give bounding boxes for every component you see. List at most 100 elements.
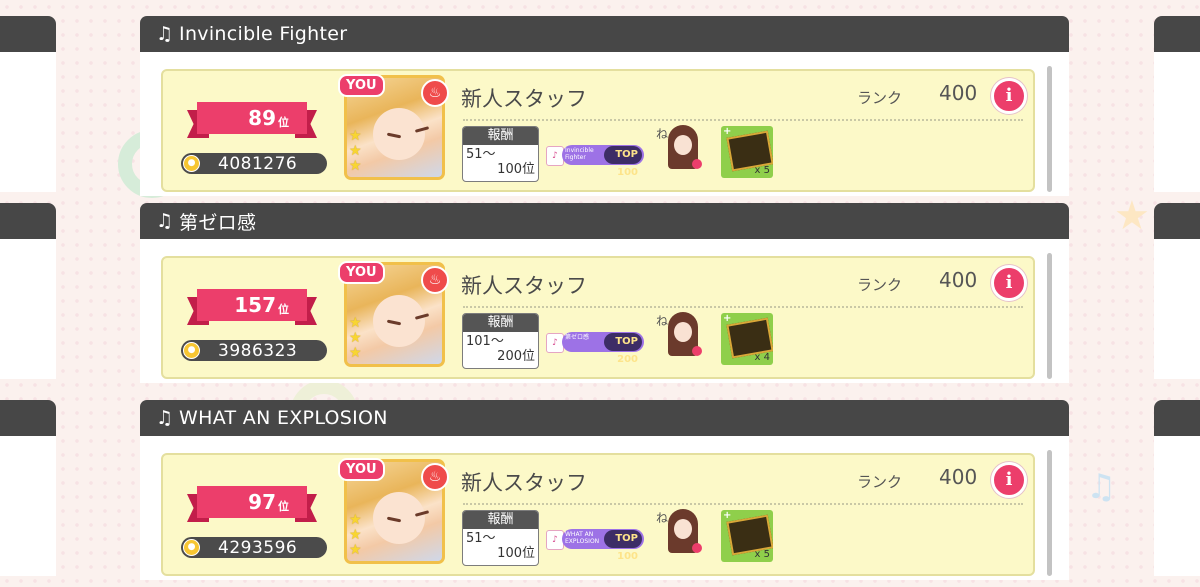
song-title: Invincible Fighter	[179, 23, 348, 45]
character-voice-reward[interactable]: ね	[656, 123, 706, 175]
star-rating: ★ ★ ★	[349, 315, 362, 361]
player-rank-value: 400	[939, 465, 978, 489]
reward-range-top: 101〜	[466, 334, 504, 349]
next-page-strip[interactable]	[1154, 16, 1200, 192]
score-value: 4293596	[218, 537, 298, 558]
rank-number: 89	[248, 106, 276, 130]
ticket-reward[interactable]: + x 4	[721, 313, 773, 365]
score-bar: ● 4293596	[181, 537, 327, 558]
reward-range-top: 51〜	[466, 147, 496, 162]
title-badge-reward[interactable]: ♪ 第ゼロ感 TOP 200	[546, 330, 646, 365]
item-count: x 5	[754, 165, 770, 176]
player-name: 新人スタッフ	[461, 87, 587, 111]
title-badge-song: Invincible Fighter	[565, 147, 594, 161]
next-page-strip[interactable]	[1154, 203, 1200, 379]
reward-box: 報酬 51〜 100位	[462, 510, 539, 566]
music-note-icon: ♫	[156, 23, 174, 45]
rank-ribbon: 97 位	[187, 486, 317, 524]
title-badge-reward[interactable]: ♪ Invincible Fighter TOP 100	[546, 143, 646, 178]
rank-ribbon: 89 位	[187, 102, 317, 140]
score-bar: ● 3986323	[181, 340, 327, 361]
song-ranking-panel: ♫ Invincible Fighter 89 位 ● 4081276 ★ ★ ★	[140, 16, 1069, 196]
plus-icon: +	[723, 126, 732, 137]
panel-header: ♫ Invincible Fighter	[140, 16, 1069, 52]
character-voice-reward[interactable]: ね	[656, 310, 706, 362]
plus-icon: +	[723, 510, 732, 521]
divider	[463, 306, 1023, 308]
player-rank-value: 400	[939, 81, 978, 105]
star-rating: ★ ★ ★	[349, 512, 362, 558]
music-note-icon: ♫	[156, 407, 174, 429]
info-button[interactable]: i	[991, 78, 1027, 114]
reward-box: 報酬 51〜 100位	[462, 126, 539, 182]
coin-icon: ●	[183, 342, 200, 359]
song-ranking-panel: ♫ WHAT AN EXPLOSION 97位 ● 4293596 ★★★	[140, 400, 1069, 580]
score-value: 4081276	[218, 153, 298, 174]
prev-page-strip[interactable]	[0, 203, 56, 379]
star-rating: ★ ★ ★	[349, 128, 362, 174]
reward-header: 報酬	[463, 127, 538, 145]
next-page-strip[interactable]	[1154, 400, 1200, 576]
score-value: 3986323	[218, 340, 298, 361]
plus-icon: +	[723, 313, 732, 324]
title-badge-reward[interactable]: ♪ WHAT AN EXPLOSION TOP 100	[546, 527, 646, 562]
coin-icon: ●	[183, 539, 200, 556]
title-badge-top: TOP 100	[604, 146, 642, 178]
ticket-reward[interactable]: + x 5	[721, 126, 773, 178]
panel-body: 157 位 ● 3986323 ★ ★ ★ YOU ♨ 新人スタッフ ランク 400 …	[140, 239, 1069, 383]
voice-label: ね	[656, 511, 669, 525]
player-rank-value: 400	[939, 268, 978, 292]
panel-header: ♫ 第ゼロ感	[140, 203, 1069, 239]
speaker-icon	[692, 543, 702, 553]
divider	[463, 503, 1023, 505]
ranking-card[interactable]: 97 位 ● 4293596 ★ ★ ★ YOU ♨ 新人スタッフ ランク 400 i	[161, 453, 1035, 576]
rank-suffix: 位	[278, 499, 289, 513]
player-name: 新人スタッフ	[461, 274, 587, 298]
ranking-card[interactable]: 89 位 ● 4081276 ★ ★ ★ YOU ♨ 新人スタッフ ランク 400 i	[161, 69, 1035, 192]
character-voice-reward[interactable]: ね	[656, 507, 706, 559]
info-button[interactable]: i	[991, 462, 1027, 498]
prev-page-strip[interactable]	[0, 400, 56, 576]
coin-icon: ●	[183, 155, 200, 172]
you-badge: YOU	[338, 74, 385, 97]
reward-box: 報酬 101〜 200位	[462, 313, 539, 369]
fire-icon: ♨	[421, 266, 449, 294]
rank-label: ランク	[857, 473, 903, 491]
divider	[463, 119, 1023, 121]
music-note-decoration-icon: ♫	[1086, 467, 1117, 507]
speaker-icon	[692, 159, 702, 169]
rank-number: 97	[248, 490, 276, 514]
fire-icon: ♨	[421, 79, 449, 107]
title-badge-song: WHAT AN EXPLOSION	[565, 531, 600, 545]
reward-header: 報酬	[463, 314, 538, 332]
speaker-icon	[692, 346, 702, 356]
item-count: x 4	[754, 352, 770, 363]
ticket-reward[interactable]: + x 5	[721, 510, 773, 562]
title-badge-top: TOP 100	[604, 530, 642, 562]
rank-number: 157	[234, 293, 276, 317]
prev-page-strip[interactable]	[0, 16, 56, 192]
ranking-card[interactable]: 157 位 ● 3986323 ★ ★ ★ YOU ♨ 新人スタッフ ランク 400 …	[161, 256, 1035, 379]
info-button[interactable]: i	[991, 265, 1027, 301]
scrollbar[interactable]	[1047, 450, 1052, 576]
panel-header: ♫ WHAT AN EXPLOSION	[140, 400, 1069, 436]
voice-label: ね	[656, 314, 669, 328]
reward-range-bottom: 100位	[497, 162, 535, 177]
star-decoration-icon: ★	[1114, 193, 1150, 239]
panel-body: 97 位 ● 4293596 ★ ★ ★ YOU ♨ 新人スタッフ ランク 400 i	[140, 436, 1069, 580]
rank-label: ランク	[857, 276, 903, 294]
song-ranking-panel: ♫ 第ゼロ感 157 位 ● 3986323 ★ ★ ★ YOU ♨ 新人スタッ…	[140, 203, 1069, 383]
score-bar: ● 4081276	[181, 153, 327, 174]
song-title: WHAT AN EXPLOSION	[179, 407, 388, 429]
player-name: 新人スタッフ	[461, 471, 587, 495]
rank-label: ランク	[857, 89, 903, 107]
song-title: 第ゼロ感	[179, 211, 257, 234]
title-badge-top: TOP 200	[604, 333, 642, 365]
reward-range-bottom: 200位	[497, 349, 535, 364]
scrollbar[interactable]	[1047, 66, 1052, 192]
panel-body: 89 位 ● 4081276 ★ ★ ★ YOU ♨ 新人スタッフ ランク 400 i	[140, 52, 1069, 196]
you-badge: YOU	[338, 261, 385, 284]
scrollbar[interactable]	[1047, 253, 1052, 379]
reward-range-bottom: 100位	[497, 546, 535, 561]
reward-header: 報酬	[463, 511, 538, 529]
